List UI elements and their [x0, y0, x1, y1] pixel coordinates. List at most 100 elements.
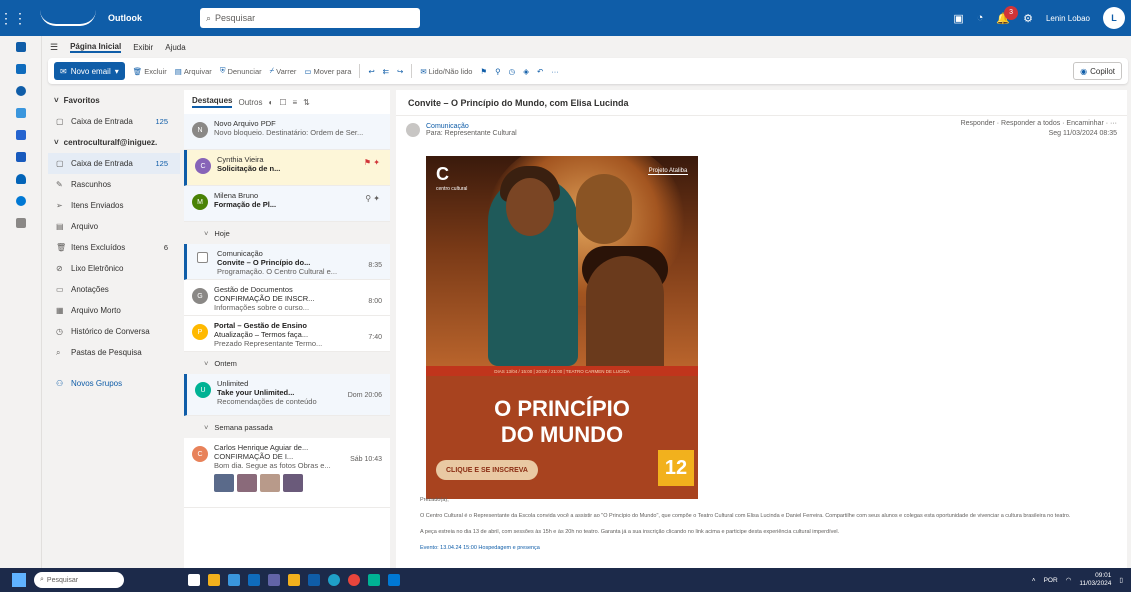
- clock[interactable]: 09:01 11/03/2024: [1079, 572, 1111, 588]
- outlook-app-icon[interactable]: [308, 574, 320, 586]
- search-input[interactable]: ⌕ Pesquisar: [200, 8, 420, 28]
- list-item[interactable]: Comunicação Convite – O Princípio do... …: [184, 244, 390, 280]
- reply-button[interactable]: ↩: [368, 67, 374, 76]
- photo-thumbnail[interactable]: [260, 474, 280, 492]
- copilot-button[interactable]: ◉ Copilot: [1073, 62, 1122, 80]
- user-name[interactable]: Lenin Lobao: [1046, 14, 1090, 23]
- taskbar-search[interactable]: ⌕ Pesquisar: [34, 572, 124, 588]
- forward-button[interactable]: ↪: [397, 67, 403, 76]
- hamburger-icon[interactable]: ☰: [50, 42, 58, 53]
- list-item[interactable]: C Carlos Henrique Aguiar de... CONFIRMAÇ…: [184, 438, 390, 508]
- store-icon[interactable]: [228, 574, 240, 586]
- folder-deleted[interactable]: 🗑 Itens Excluídos 6: [48, 237, 180, 258]
- photo-thumbnail[interactable]: [237, 474, 257, 492]
- message-actions[interactable]: Responder · Responder a todos · Encaminh…: [961, 120, 1117, 137]
- mail-icon[interactable]: [0, 36, 42, 58]
- files-icon[interactable]: [288, 574, 300, 586]
- onedrive-icon[interactable]: [0, 168, 42, 190]
- more-apps-icon[interactable]: [0, 212, 42, 234]
- list-item[interactable]: G Gestão de Documentos CONFIRMAÇÃO DE IN…: [184, 280, 390, 316]
- filter-icon[interactable]: ≡: [293, 98, 298, 107]
- favorites-header[interactable]: ˅ Favoritos: [48, 90, 180, 111]
- mail-app-icon[interactable]: [248, 574, 260, 586]
- new-mail-button[interactable]: ✉ Novo email ▾: [54, 62, 125, 80]
- list-item[interactable]: C ⚑ ✦ Cynthia Vieira Solicitação de n...: [184, 150, 390, 186]
- list-item[interactable]: P Portal – Gestão de Ensino Atualização …: [184, 316, 390, 352]
- people-icon[interactable]: [0, 80, 42, 102]
- avatar[interactable]: L: [1103, 7, 1125, 29]
- tab-other[interactable]: Outros: [238, 98, 262, 107]
- folder-notes[interactable]: ▭ Anotações: [48, 279, 180, 300]
- settings-icon[interactable]: ⚙: [1023, 12, 1033, 25]
- taskview-icon[interactable]: [188, 574, 200, 586]
- flag-icon[interactable]: ⚑ ✦: [364, 158, 380, 167]
- list-item[interactable]: M ⚲ ✦ Milena Bruno Formação de Pl...: [184, 186, 390, 222]
- list-item[interactable]: U Unlimited Take your Unlimited... Recom…: [184, 374, 390, 416]
- todo-icon[interactable]: [0, 124, 42, 146]
- language-indicator[interactable]: POR: [1044, 577, 1058, 584]
- event-note[interactable]: Evento: 13.04.24 15:00 Hospedagem e pres…: [420, 544, 1110, 553]
- pin-button[interactable]: ⚲: [495, 67, 501, 76]
- edge-icon[interactable]: [328, 574, 340, 586]
- reply-all-button[interactable]: ⇇: [383, 67, 389, 76]
- explorer-icon[interactable]: [208, 574, 220, 586]
- account-header[interactable]: ˅ centroculturalf@iniguez.: [48, 132, 180, 153]
- group-header-today[interactable]: ˅ Hoje: [184, 222, 390, 244]
- sweep-button[interactable]: ⌿ Varrer: [270, 66, 297, 76]
- folder-drafts[interactable]: ✎ Rascunhos: [48, 174, 180, 195]
- chevron-up-icon[interactable]: ˄: [1032, 577, 1036, 584]
- word-icon[interactable]: [0, 146, 42, 168]
- tab-home[interactable]: Página Inicial: [70, 42, 122, 53]
- archive-button[interactable]: ▤ Arquivar: [175, 67, 212, 76]
- tab-view[interactable]: Exibir: [133, 43, 153, 52]
- avatar[interactable]: [406, 123, 420, 137]
- calendar-icon[interactable]: [0, 58, 42, 80]
- read-unread-button[interactable]: ✉ Lido/Não lido: [420, 67, 472, 76]
- group-header-yesterday[interactable]: ˅ Ontem: [184, 352, 390, 374]
- notifications-icon[interactable]: 🔔 3: [996, 5, 1019, 25]
- teams-icon[interactable]: ◔: [977, 12, 984, 24]
- meet-now-icon[interactable]: ▣: [953, 12, 963, 25]
- favorite-inbox[interactable]: ▢ Caixa de Entrada 125: [48, 111, 180, 132]
- app2-icon[interactable]: [388, 574, 400, 586]
- folder-junk[interactable]: ⊘ Lixo Eletrônico: [48, 258, 180, 279]
- delete-button[interactable]: 🗑 Excluir: [133, 67, 167, 76]
- folder-search[interactable]: ⌕ Pastas de Pesquisa: [48, 342, 180, 363]
- photo-thumbnail[interactable]: [283, 474, 303, 492]
- tab-focused[interactable]: Destaques: [192, 96, 233, 108]
- more-button[interactable]: ···: [551, 67, 559, 76]
- folder-inbox[interactable]: ▢ Caixa de Entrada 125: [48, 153, 180, 174]
- checkbox-icon[interactable]: [197, 252, 208, 263]
- folder-archive-old[interactable]: ▦ Arquivo Morto: [48, 300, 180, 321]
- select-icon[interactable]: ☐: [279, 98, 286, 107]
- tab-help[interactable]: Ajuda: [165, 43, 185, 52]
- attachment-thumbnails[interactable]: [214, 474, 390, 492]
- app-launcher-icon[interactable]: ⋮⋮: [0, 0, 27, 36]
- photo-thumbnail[interactable]: [214, 474, 234, 492]
- folder-sent[interactable]: ➢ Itens Enviados: [48, 195, 180, 216]
- new-group-link[interactable]: ⚇ Novos Grupos: [48, 373, 180, 394]
- sender-name[interactable]: Comunicação: [426, 123, 517, 130]
- report-button[interactable]: ⛨ Denunciar: [220, 66, 262, 76]
- move-to-button[interactable]: ▭ Mover para: [304, 67, 351, 76]
- signup-button[interactable]: CLIQUE E SE INSCREVA: [436, 460, 538, 480]
- list-item[interactable]: N Novo Arquivo PDF Novo bloqueio. Destin…: [184, 114, 390, 150]
- teams-app-icon[interactable]: [268, 574, 280, 586]
- copilot-small-icon[interactable]: ◐: [268, 98, 273, 107]
- cloud-icon[interactable]: [0, 190, 42, 212]
- group-header-lastweek[interactable]: ˅ Semana passada: [184, 416, 390, 438]
- folder-history[interactable]: ◷ Histórico de Conversa: [48, 321, 180, 342]
- windows-start-icon[interactable]: [12, 573, 26, 587]
- folder-archive[interactable]: ▤ Arquivo: [48, 216, 180, 237]
- wifi-icon[interactable]: ◠: [1066, 576, 1072, 584]
- chrome-icon[interactable]: [348, 574, 360, 586]
- undo-button[interactable]: ↶: [537, 67, 543, 76]
- sort-icon[interactable]: ⇅: [303, 98, 310, 107]
- chevron-down-icon[interactable]: ▾: [115, 67, 119, 76]
- categorize-button[interactable]: ◈: [523, 67, 529, 76]
- invitation-poster[interactable]: C centro cultural Projeto Ataliba DIAS 1…: [426, 156, 698, 499]
- flag-button[interactable]: ⚑: [480, 67, 487, 76]
- pin-icon[interactable]: ⚲ ✦: [365, 194, 380, 203]
- notification-center-icon[interactable]: ▯: [1119, 576, 1123, 584]
- groups-icon[interactable]: [0, 102, 42, 124]
